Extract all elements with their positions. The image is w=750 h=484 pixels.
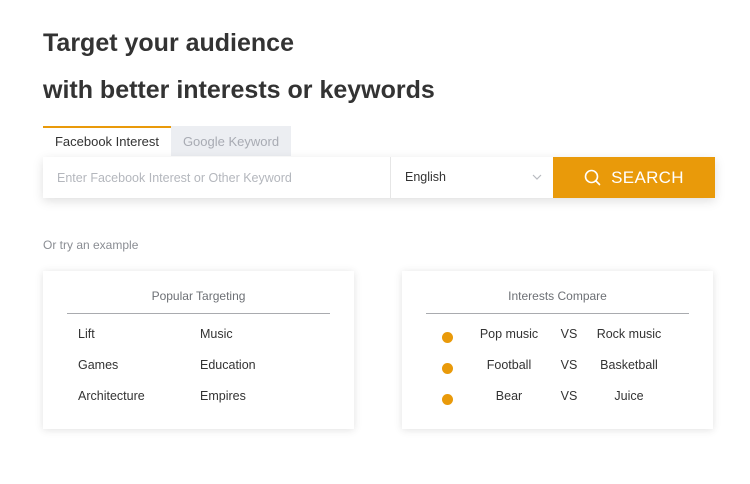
language-select-value: English [405, 170, 446, 184]
language-select[interactable]: English [391, 157, 553, 198]
examples-label: Or try an example [43, 238, 139, 252]
compare-item-a: Pop music [479, 327, 539, 341]
search-button-label: SEARCH [611, 167, 684, 187]
tab-facebook-interest[interactable]: Facebook Interest [43, 126, 171, 156]
dot-icon [442, 332, 453, 343]
popular-item[interactable]: Architecture [78, 389, 145, 403]
compare-row[interactable]: Football VS Basketball [402, 358, 713, 376]
popular-targeting-divider [67, 313, 330, 314]
compare-row[interactable]: Pop music VS Rock music [402, 327, 713, 345]
popular-item[interactable]: Education [200, 358, 256, 372]
search-button[interactable]: SEARCH [553, 157, 715, 198]
compare-row[interactable]: Bear VS Juice [402, 389, 713, 407]
compare-vs: VS [560, 358, 578, 372]
interests-compare-title: Interests Compare [508, 289, 607, 303]
search-icon [584, 169, 601, 186]
dot-icon [442, 394, 453, 405]
popular-targeting-card: Popular Targeting Lift Music Games Educa… [43, 271, 354, 429]
tab-google-keyword[interactable]: Google Keyword [171, 126, 291, 156]
search-input[interactable] [43, 157, 390, 198]
popular-targeting-title: Popular Targeting [151, 289, 246, 303]
interests-compare-divider [426, 313, 689, 314]
compare-item-a: Football [486, 358, 532, 372]
chevron-down-icon [532, 174, 542, 180]
headline-line-2: with better interests or keywords [43, 76, 435, 104]
popular-item[interactable]: Games [78, 358, 118, 372]
popular-item[interactable]: Empires [200, 389, 246, 403]
compare-vs: VS [560, 327, 578, 341]
popular-item[interactable]: Lift [78, 327, 95, 341]
dot-icon [442, 363, 453, 374]
compare-item-b: Basketball [600, 358, 658, 372]
compare-vs: VS [560, 389, 578, 403]
popular-item[interactable]: Music [200, 327, 233, 341]
compare-item-b: Rock music [596, 327, 662, 341]
interests-compare-card: Interests Compare Pop music VS Rock musi… [402, 271, 713, 429]
headline-line-1: Target your audience [43, 29, 294, 57]
compare-item-b: Juice [614, 389, 644, 403]
search-type-tabs: Facebook Interest Google Keyword [43, 126, 291, 156]
search-bar: English SEARCH [43, 157, 715, 198]
page: Target your audience with better interes… [0, 0, 750, 484]
compare-item-a: Bear [495, 389, 523, 403]
